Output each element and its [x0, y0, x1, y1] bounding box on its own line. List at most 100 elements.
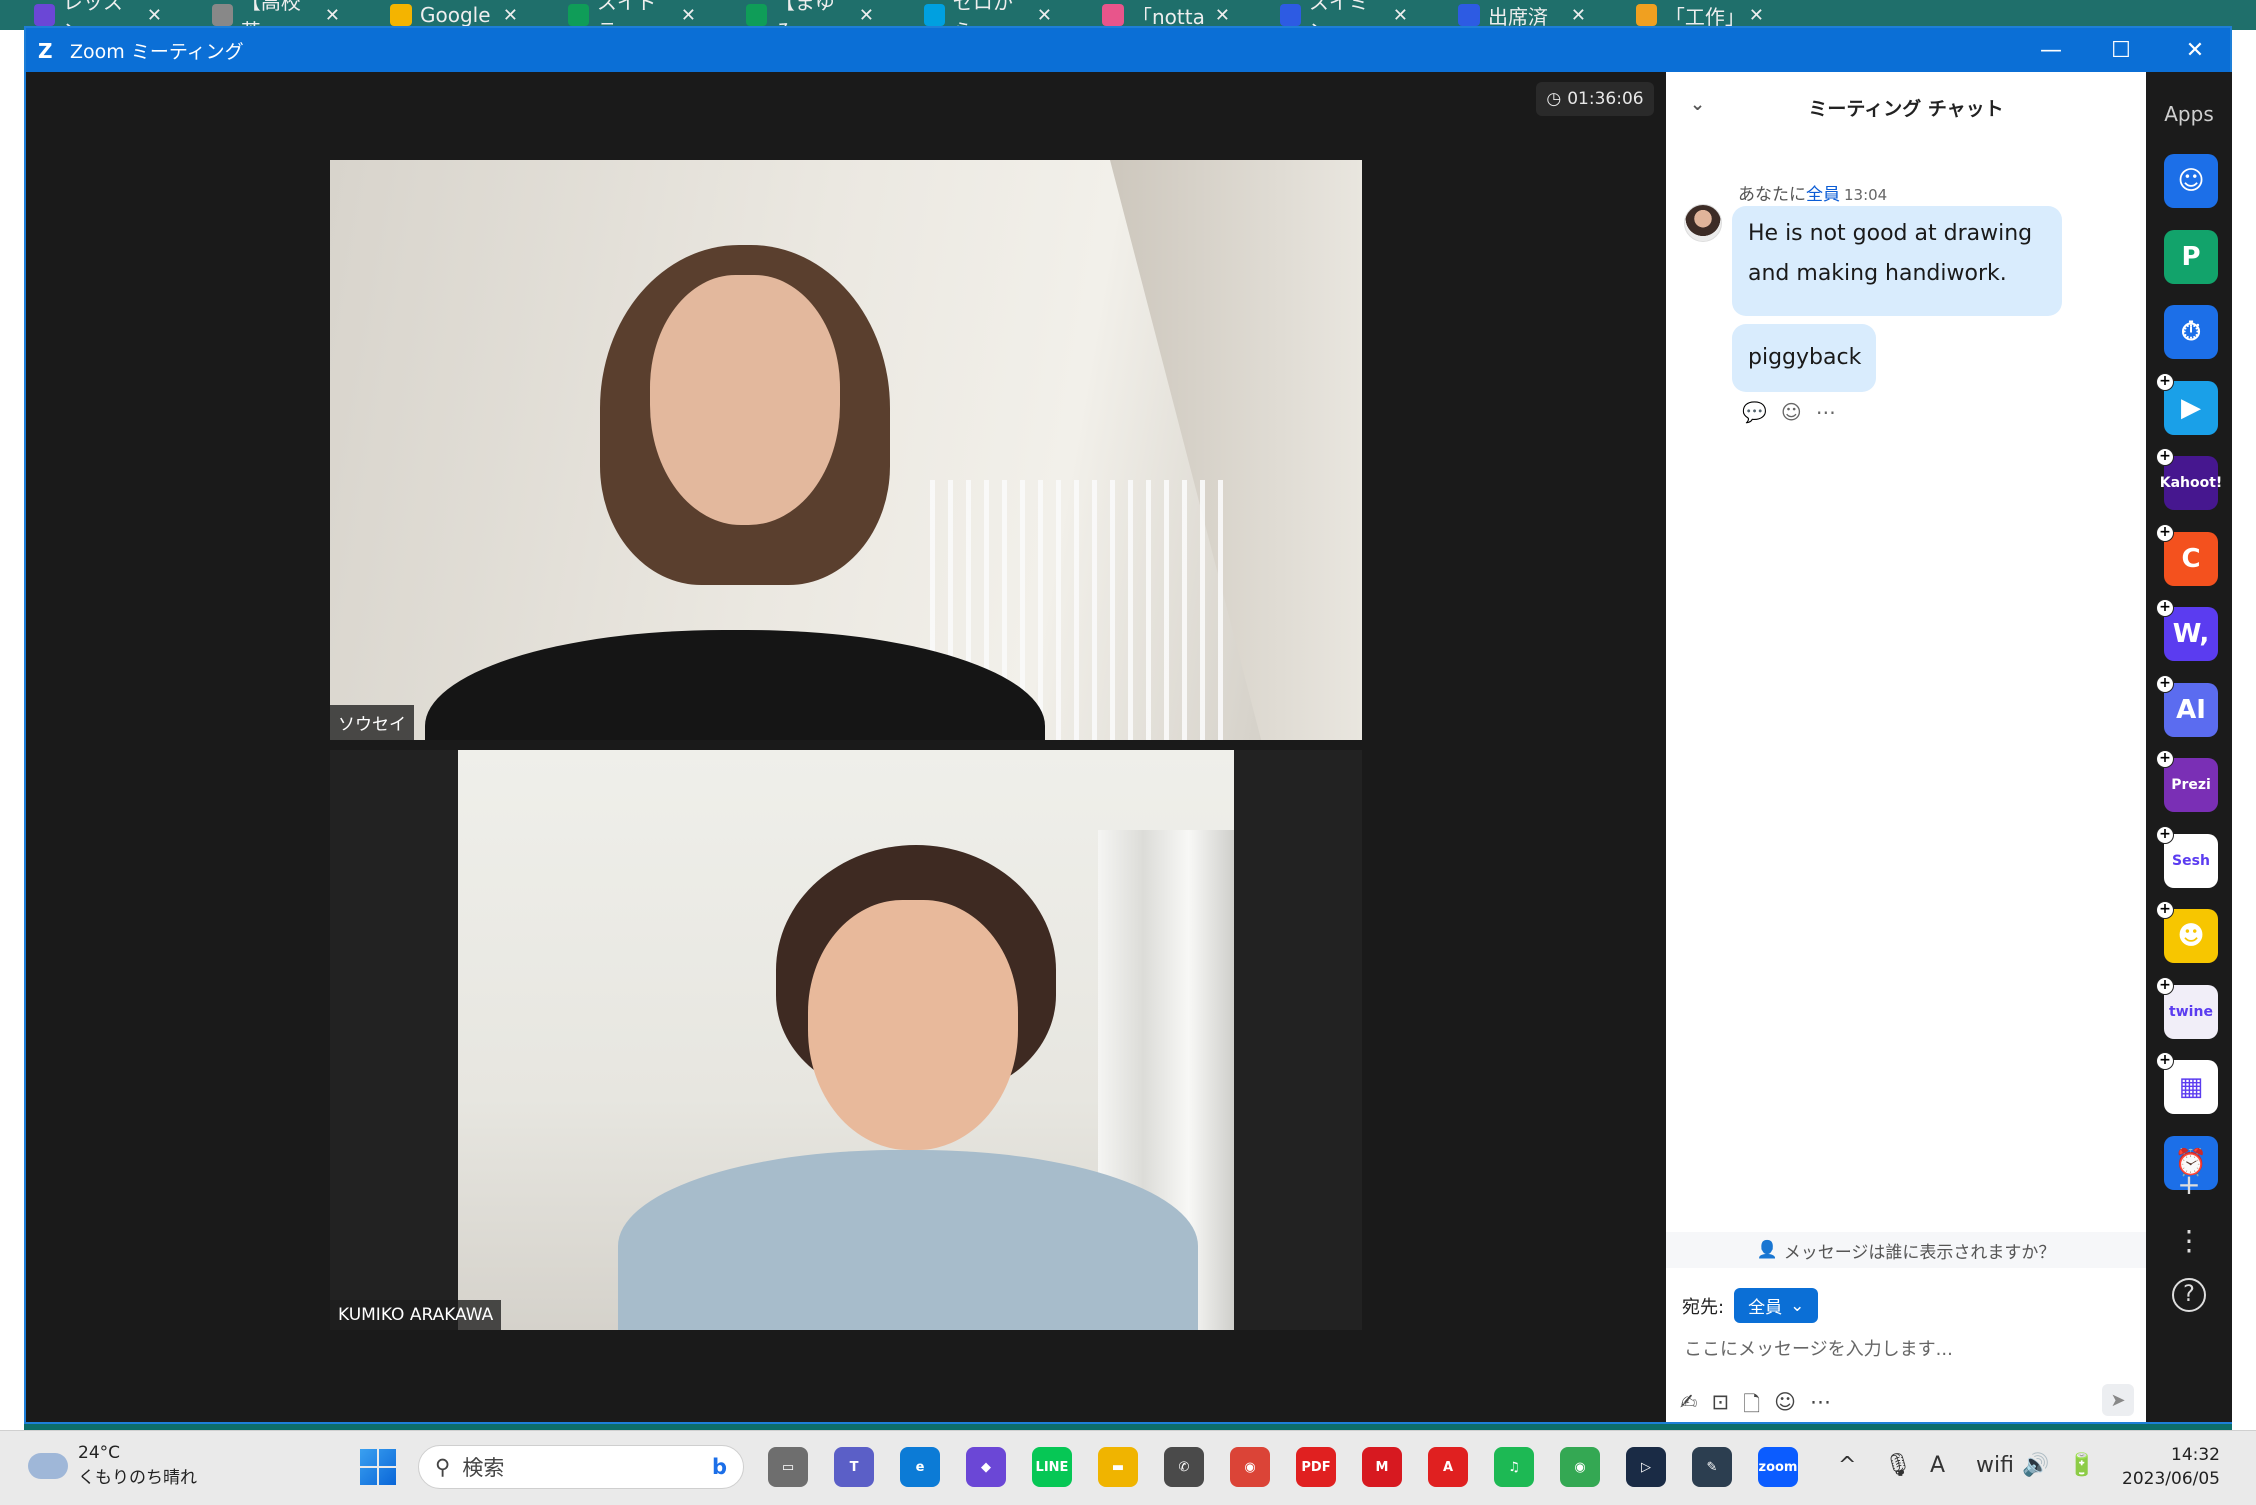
- chat-title: ミーティング チャット: [1808, 97, 2004, 120]
- windows-logo-icon: [360, 1449, 396, 1485]
- taskbar-zoom-icon[interactable]: zoom: [1758, 1447, 1798, 1487]
- app-c[interactable]: C +: [2156, 523, 2218, 586]
- tab-close-icon[interactable]: ✕: [503, 5, 518, 26]
- taskbar-search[interactable]: ⚲ 検索 b: [418, 1445, 744, 1489]
- video-tile-1[interactable]: ソウセイ: [330, 160, 1362, 740]
- taskbar-task-view-label: ▭: [781, 1459, 795, 1475]
- taskbar-app-a-icon[interactable]: ▷: [1626, 1447, 1666, 1487]
- app-emoji[interactable]: ☻ +: [2156, 901, 2218, 963]
- taskbar-spotify-label: ♫: [1508, 1459, 1520, 1475]
- emoji-icon[interactable]: ☺: [1774, 1390, 1796, 1425]
- visibility-notice[interactable]: 👤 メッセージは誰に表示されますか？: [1666, 1232, 2146, 1268]
- tab-favicon-icon: [390, 4, 412, 26]
- participant-name-tag: ソウセイ: [330, 705, 414, 740]
- taskbar-teams-icon[interactable]: T: [834, 1447, 874, 1487]
- video-tile-2[interactable]: KUMIKO ARAKAWA: [330, 750, 1362, 1330]
- taskbar-copilot-icon[interactable]: ◆: [966, 1447, 1006, 1487]
- minimize-button[interactable]: —: [2016, 28, 2086, 72]
- tray-0-icon[interactable]: ^: [1838, 1453, 1856, 1478]
- tab-close-icon[interactable]: ✕: [859, 5, 874, 26]
- reply-icon[interactable]: 💬: [1742, 400, 1767, 424]
- screenshot-icon[interactable]: ⊡: [1712, 1390, 1730, 1425]
- app-blocks-icon: ▦: [2178, 1072, 2204, 1102]
- file-icon[interactable]: 🗋: [1743, 1390, 1760, 1425]
- app-kahoot[interactable]: Kahoot! +: [2156, 448, 2222, 510]
- weather-widget[interactable]: 24°C くもりのち晴れ: [28, 1443, 197, 1488]
- tab-close-icon[interactable]: ✕: [1749, 5, 1764, 26]
- more-icon[interactable]: ⋯: [1810, 1390, 1831, 1425]
- taskbar-whatsapp-icon[interactable]: ✆: [1164, 1447, 1204, 1487]
- chat-header: ⌄ ミーティング チャット: [1666, 72, 2146, 142]
- help-button[interactable]: ?: [2146, 1278, 2232, 1312]
- title-bar: Z Zoom ミーティング — ☐ ✕: [26, 28, 2230, 72]
- system-clock[interactable]: 14:32 2023/06/05: [2096, 1443, 2220, 1491]
- app-sesh[interactable]: Sesh +: [2156, 825, 2218, 888]
- app-wooclap[interactable]: W, +: [2156, 599, 2218, 661]
- app-flip[interactable]: ▶ +: [2156, 372, 2218, 435]
- tab-close-icon[interactable]: ✕: [681, 5, 696, 26]
- chevron-down-icon[interactable]: ⌄: [1690, 94, 1705, 115]
- tray-2-icon[interactable]: A: [1930, 1453, 1945, 1478]
- app-ai[interactable]: AI +: [2156, 674, 2218, 737]
- tab-close-icon[interactable]: ✕: [147, 5, 162, 26]
- recipient-row: 宛先: 全員 ⌄: [1682, 1288, 1819, 1323]
- tab-favicon-icon: [1636, 4, 1657, 26]
- tab-close-icon[interactable]: ✕: [1215, 5, 1230, 26]
- search-placeholder: 検索: [462, 1456, 505, 1480]
- start-button[interactable]: [360, 1449, 396, 1485]
- app-wooclap-icon: W,: [2172, 619, 2210, 649]
- close-button[interactable]: ✕: [2160, 28, 2230, 72]
- send-icon: ➤: [2110, 1389, 2126, 1411]
- tray-4-icon[interactable]: 🔊: [2022, 1453, 2049, 1478]
- taskbar-task-view-icon[interactable]: ▭: [768, 1447, 808, 1487]
- app-smile[interactable]: ☺: [2164, 154, 2218, 208]
- participant-name-tag: KUMIKO ARAKAWA: [330, 1300, 502, 1330]
- taskbar-edge-icon[interactable]: e: [900, 1447, 940, 1487]
- tray-1-icon[interactable]: 🎙: [1884, 1453, 1912, 1478]
- emoji-reaction-icon[interactable]: ☺: [1781, 400, 1802, 424]
- send-button[interactable]: ➤: [2102, 1384, 2134, 1416]
- format-icon[interactable]: ✍: [1680, 1390, 1698, 1425]
- app-timer[interactable]: ⏱: [2164, 305, 2218, 359]
- taskbar-whatsapp-label: ✆: [1178, 1459, 1190, 1475]
- app-kahoot-icon: Kahoot!: [2159, 475, 2223, 491]
- app-ai-icon: AI: [2176, 694, 2206, 725]
- app-twine[interactable]: twine +: [2156, 976, 2218, 1039]
- taskbar-line-icon[interactable]: LINE: [1032, 1447, 1072, 1487]
- taskbar-line-label: LINE: [1035, 1459, 1069, 1475]
- tab-close-icon[interactable]: ✕: [325, 5, 340, 26]
- add-app-button[interactable]: +: [2146, 1168, 2232, 1201]
- taskbar-pdf-icon[interactable]: PDF: [1296, 1447, 1336, 1487]
- tray-5-icon[interactable]: 🔋: [2068, 1453, 2095, 1478]
- taskbar-mcafee-icon[interactable]: M: [1362, 1447, 1402, 1487]
- add-app-badge-icon: +: [2156, 674, 2174, 693]
- more-vertical-icon[interactable]: ⋮: [2146, 1224, 2232, 1257]
- taskbar-acrobat-icon[interactable]: A: [1428, 1447, 1468, 1487]
- chat-message[interactable]: He is not good at drawing and making han…: [1732, 206, 2062, 316]
- background-page-right: [2232, 30, 2256, 1430]
- tab-close-icon[interactable]: ✕: [1393, 5, 1408, 26]
- taskbar-app-b-icon[interactable]: ✎: [1692, 1447, 1732, 1487]
- maximize-button[interactable]: ☐: [2086, 28, 2156, 72]
- app-blocks[interactable]: ▦ +: [2156, 1052, 2218, 1114]
- taskbar-spotify-icon[interactable]: ♫: [1494, 1447, 1534, 1487]
- timer-text: 01:36:06: [1567, 89, 1644, 109]
- app-twine-icon: twine: [2169, 1003, 2213, 1020]
- app-pando[interactable]: P: [2164, 229, 2218, 284]
- recipient-dropdown[interactable]: 全員 ⌄: [1734, 1288, 1819, 1323]
- message-input[interactable]: [1682, 1328, 2126, 1370]
- tab-close-icon[interactable]: ✕: [1037, 5, 1052, 26]
- more-icon[interactable]: ⋯: [1816, 400, 1836, 424]
- tab-label: Google: [420, 3, 491, 27]
- tray-3-icon[interactable]: wifi: [1976, 1453, 2014, 1478]
- app-pando-icon: P: [2181, 241, 2201, 272]
- taskbar-copilot-label: ◆: [981, 1459, 991, 1475]
- video-frame: [458, 750, 1234, 1330]
- taskbar-chrome-icon[interactable]: ◉: [1230, 1447, 1270, 1487]
- tab-close-icon[interactable]: ✕: [1571, 5, 1586, 26]
- recipient-link[interactable]: 全員: [1806, 185, 1840, 205]
- chat-message[interactable]: piggyback: [1732, 324, 1876, 392]
- taskbar-explorer-icon[interactable]: ▬: [1098, 1447, 1138, 1487]
- app-prezi[interactable]: Prezi +: [2156, 750, 2218, 812]
- taskbar-chrome2-icon[interactable]: ◉: [1560, 1447, 1600, 1487]
